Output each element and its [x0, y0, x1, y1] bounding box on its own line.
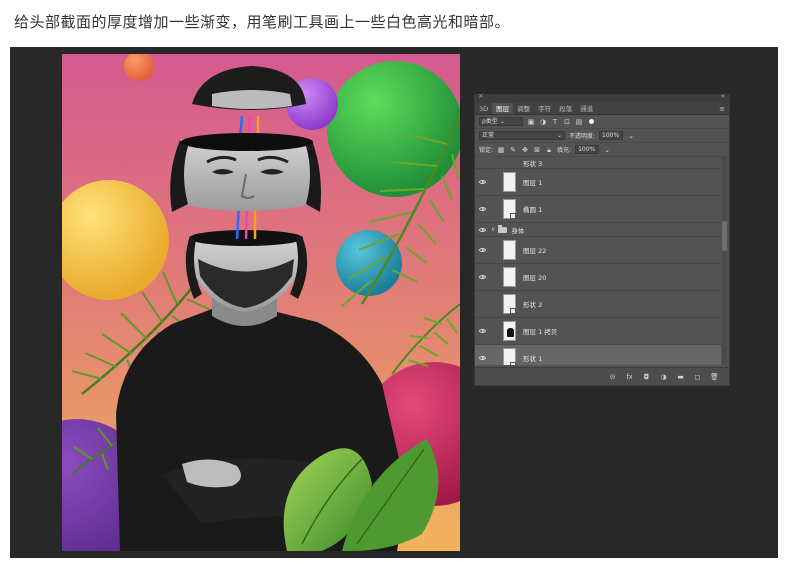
layer-row-selected[interactable]: 形状 1: [475, 345, 721, 365]
filter-pixel-icon[interactable]: ▣: [527, 118, 535, 126]
layer-name: 椭圆 1: [523, 206, 543, 214]
tutorial-caption: 给头部截面的厚度增加一些渐变，用笔刷工具画上一些白色高光和暗部。: [14, 13, 511, 31]
collapse-icon[interactable]: «: [721, 92, 725, 100]
filter-adjustment-icon[interactable]: ◑: [539, 118, 547, 126]
tab-3d[interactable]: 3D: [475, 103, 492, 114]
mask-icon[interactable]: ◘: [642, 373, 651, 381]
eye-icon[interactable]: [475, 329, 489, 333]
tab-adjustments[interactable]: 调整: [513, 103, 534, 114]
group-name: 身体: [511, 226, 525, 235]
layer-row[interactable]: 形状 3: [475, 157, 721, 169]
new-layer-icon[interactable]: ◻: [693, 373, 702, 381]
lock-row: 锁定: ▦ ✎ ✥ ⊠ 🔒︎ 填充: 100% ⌄: [475, 143, 729, 157]
chevron-down-icon: ⌄: [499, 117, 505, 125]
layer-thumbnail: [503, 321, 516, 341]
tab-channels[interactable]: 通道: [576, 103, 597, 114]
lock-transparent-icon[interactable]: ▦: [497, 146, 505, 154]
lock-label: 锁定:: [479, 147, 494, 154]
panel-menu-icon[interactable]: ≡: [715, 103, 729, 114]
lock-brush-icon[interactable]: ✎: [509, 146, 517, 154]
folder-icon: [498, 224, 508, 233]
layer-name: 图层 20: [523, 274, 547, 282]
forehead-strip: [212, 90, 292, 109]
fill-input[interactable]: 100%: [575, 145, 600, 154]
blend-mode-select[interactable]: 正常 ⌄: [479, 131, 565, 140]
chevron-down-icon: ⌄: [556, 132, 562, 139]
teal-ball: [336, 230, 402, 296]
fx-icon[interactable]: fx: [625, 373, 634, 381]
filter-row: ρ类型 ⌄ ▣ ◑ T ⊡ ▤: [475, 115, 729, 129]
panel-bottom-toolbar: ⊝ fx ◘ ◑ ▬ ◻ 🗑: [475, 367, 729, 385]
layer-row[interactable]: 图层 1 拷贝: [475, 318, 721, 345]
adjustment-icon[interactable]: ◑: [659, 373, 668, 381]
green-ball: [327, 61, 460, 197]
person-silhouette-icon: [507, 328, 514, 337]
blend-row: 正常 ⌄ 不透明度: 100% ⌄: [475, 129, 729, 143]
scrollbar-thumb[interactable]: [722, 221, 727, 251]
tab-paragraph[interactable]: 段落: [555, 103, 576, 114]
panel-tabs: 3D 图层 调整 字符 段落 通道 ≡: [475, 103, 729, 115]
shape-badge-icon: [510, 308, 516, 314]
opacity-input[interactable]: 100%: [599, 131, 624, 140]
tab-character[interactable]: 字符: [534, 103, 555, 114]
layer-row[interactable]: 图层 20: [475, 264, 721, 291]
shape-badge-icon: [510, 362, 516, 365]
artwork-canvas: [62, 54, 460, 551]
lock-all-icon[interactable]: 🔒︎: [545, 146, 553, 154]
eye-icon[interactable]: [475, 227, 489, 232]
layer-group-row[interactable]: ∨ 身体: [475, 223, 721, 237]
layer-row[interactable]: 图层 22: [475, 237, 721, 264]
fill-label: 填充:: [557, 147, 572, 154]
link-icon[interactable]: ⊝: [608, 373, 617, 381]
eye-icon[interactable]: [475, 248, 489, 252]
layer-thumbnail: [503, 172, 516, 192]
photoshop-workspace: × « 3D 图层 调整 字符 段落 通道 ≡ ρ类型 ⌄ ▣ ◑ T ⊡ ▤: [10, 47, 778, 558]
head-slice-middle-top: [181, 133, 313, 151]
layer-name: 图层 1: [523, 179, 543, 187]
eye-icon[interactable]: [475, 356, 489, 360]
eye-icon[interactable]: [475, 275, 489, 279]
opacity-label: 不透明度:: [569, 133, 596, 140]
layer-name: 图层 1 拷贝: [523, 328, 558, 336]
blend-mode-value: 正常: [482, 132, 495, 139]
filter-type-icon[interactable]: T: [551, 118, 559, 126]
layer-list: 形状 3 图层 1 椭圆 1 ∨ 身体 图层 22 图层 20 形状 2 图层 …: [475, 157, 721, 365]
filter-kind-label: ρ类型: [482, 117, 498, 125]
layer-thumbnail: [503, 294, 516, 314]
chevron-down-icon[interactable]: ⌄: [603, 146, 611, 154]
layers-scrollbar[interactable]: [722, 157, 727, 365]
layers-panel: × « 3D 图层 调整 字符 段落 通道 ≡ ρ类型 ⌄ ▣ ◑ T ⊡ ▤: [474, 92, 730, 386]
folder-icon[interactable]: ▬: [676, 373, 685, 381]
lock-position-icon[interactable]: ✥: [521, 146, 529, 154]
layer-row[interactable]: 椭圆 1: [475, 196, 721, 223]
layer-name: 形状 1: [523, 355, 543, 363]
filter-smart-object-icon[interactable]: ▤: [575, 118, 583, 126]
chevron-down-icon[interactable]: ⌄: [627, 132, 635, 140]
trash-icon[interactable]: 🗑: [710, 373, 719, 381]
tab-layers[interactable]: 图层: [492, 103, 514, 114]
layer-name: 图层 22: [523, 247, 547, 255]
filter-toggle[interactable]: [589, 119, 594, 124]
layer-name: 形状 2: [523, 301, 543, 309]
layer-thumbnail: [503, 240, 516, 260]
layer-thumbnail: [503, 348, 516, 365]
close-icon[interactable]: ×: [478, 92, 484, 100]
layer-name: 形状 3: [523, 159, 543, 168]
panel-title-bar[interactable]: × «: [475, 92, 729, 103]
filter-shape-icon[interactable]: ⊡: [563, 118, 571, 126]
lock-artboard-icon[interactable]: ⊠: [533, 146, 541, 154]
filter-kind-select[interactable]: ρ类型 ⌄: [479, 117, 523, 126]
layer-thumbnail: [503, 267, 516, 287]
eye-icon[interactable]: [475, 180, 489, 184]
layer-row[interactable]: 形状 2: [475, 291, 721, 318]
shape-badge-icon: [510, 213, 516, 219]
eye-icon[interactable]: [475, 207, 489, 211]
layer-thumbnail: [503, 199, 516, 219]
chevron-down-icon[interactable]: ∨: [491, 226, 495, 233]
layer-row[interactable]: 图层 1: [475, 169, 721, 196]
